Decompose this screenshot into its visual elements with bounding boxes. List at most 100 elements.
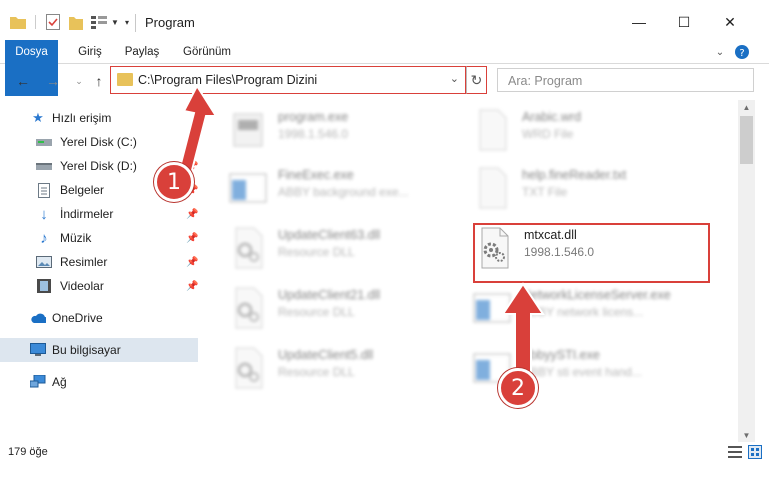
sidebar-item-network[interactable]: Ağ <box>0 370 198 394</box>
sidebar-item-this-pc[interactable]: Bu bilgisayar <box>0 338 198 362</box>
pin-icon[interactable]: 📌 <box>186 281 198 292</box>
highlight-box <box>473 223 710 283</box>
ribbon-expand-icon[interactable]: ⌄ <box>712 44 728 60</box>
sidebar-item-music[interactable]: ♪ Müzik 📌 <box>0 226 198 250</box>
file-description: Resource DLL <box>278 305 355 319</box>
sidebar-item-downloads[interactable]: ↓ İndirmeler 📌 <box>0 202 198 226</box>
video-icon <box>36 279 52 293</box>
sidebar-item-label: Müzik <box>60 231 92 245</box>
sidebar-item-label: Hızlı erişim <box>52 111 112 125</box>
file-description: ABBY background exe... <box>278 185 409 199</box>
refresh-button[interactable]: ↻ <box>466 66 487 94</box>
file-description: 1998.1.546.0 <box>278 127 349 141</box>
file-item[interactable]: UpdateClient63.dll Resource DLL <box>228 222 478 278</box>
sidebar-item-label: Yerel Disk (C:) <box>60 135 137 149</box>
exe-icon <box>228 108 268 152</box>
svg-text:?: ? <box>739 48 744 59</box>
sidebar-item-label: Resimler <box>60 255 108 269</box>
cloud-icon <box>30 311 46 325</box>
sidebar-item-label: Yerel Disk (D:) <box>60 159 137 173</box>
music-icon: ♪ <box>40 229 48 247</box>
file-name: UpdateClient5.dll <box>278 348 374 362</box>
folder-icon <box>117 73 133 86</box>
star-icon: ★ <box>32 110 44 125</box>
chevron-down-icon[interactable]: ⌄ <box>450 72 459 85</box>
help-icon[interactable]: ? <box>734 44 750 60</box>
ribbon-tabs: Dosya Giriş Paylaş Görünüm ⌄ ? <box>0 40 769 96</box>
title-bar: ▼ ▾ Program — ☐ ✕ <box>0 0 769 40</box>
sidebar-item-label: İndirmeler <box>60 207 114 221</box>
quick-access-menu-icon[interactable]: ▾ <box>122 12 132 32</box>
pin-icon[interactable]: 📌 <box>186 233 198 244</box>
search-placeholder: Ara: Program <box>508 74 583 88</box>
minimize-button[interactable]: — <box>625 10 653 34</box>
properties-icon[interactable] <box>44 12 62 32</box>
drive-icon <box>36 135 52 149</box>
title-divider <box>135 14 136 32</box>
dll-gear-icon <box>228 286 268 330</box>
window-title: Program <box>145 15 195 30</box>
file-description: Resource DLL <box>278 365 355 379</box>
dropdown-icon[interactable]: ▼ <box>110 12 120 32</box>
recent-locations-icon[interactable]: ⌄ <box>70 72 88 90</box>
sidebar-item-label: Bu bilgisayar <box>52 343 121 357</box>
sidebar-item-label: Ağ <box>52 375 67 389</box>
close-button[interactable]: ✕ <box>716 10 744 34</box>
file-name: UpdateClient21.dll <box>278 288 381 302</box>
tab-view[interactable]: Görünüm <box>178 40 236 64</box>
folder-icon[interactable] <box>10 12 26 32</box>
tab-home[interactable]: Giriş <box>72 40 108 64</box>
refresh-icon: ↻ <box>470 71 483 88</box>
search-input[interactable]: Ara: Program <box>497 68 754 92</box>
file-item[interactable]: help.fineReader.txt TXT File <box>472 162 722 218</box>
file-name: FineExec.exe <box>278 168 354 182</box>
new-folder-icon[interactable] <box>68 12 84 32</box>
maximize-button[interactable]: ☐ <box>670 10 698 34</box>
pictures-icon <box>36 255 52 269</box>
annotation-badge-2: 2 <box>498 368 538 408</box>
tab-share[interactable]: Paylaş <box>120 40 164 64</box>
network-icon <box>30 375 46 389</box>
file-item[interactable]: FineExec.exe ABBY background exe... <box>228 162 478 218</box>
pin-icon[interactable]: 📌 <box>186 209 198 220</box>
status-bar: 179 öğe <box>0 442 769 464</box>
download-icon: ↓ <box>40 205 48 223</box>
separator <box>32 12 38 32</box>
large-icons-view-icon[interactable] <box>748 445 762 459</box>
vertical-scrollbar[interactable]: ▲ ▼ <box>738 100 755 442</box>
scrollbar-thumb[interactable] <box>740 116 753 164</box>
sidebar-item-videos[interactable]: Videolar 📌 <box>0 274 198 298</box>
sidebar-item-label: Belgeler <box>60 183 105 197</box>
document-icon <box>472 166 512 210</box>
customize-icon[interactable] <box>90 12 108 32</box>
item-count: 179 öğe <box>8 446 48 458</box>
scroll-up-icon[interactable]: ▲ <box>738 100 755 114</box>
file-description: WRD File <box>522 127 574 141</box>
application-icon <box>228 166 268 210</box>
details-view-icon[interactable] <box>728 445 742 459</box>
computer-icon <box>30 343 46 357</box>
dll-gear-icon <box>228 346 268 390</box>
scroll-down-icon[interactable]: ▼ <box>738 428 755 442</box>
file-name: help.fineReader.txt <box>522 168 627 182</box>
file-name: Arabic.wrd <box>522 110 582 124</box>
file-item[interactable]: program.exe 1998.1.546.0 <box>228 104 478 160</box>
sidebar-item-pictures[interactable]: Resimler 📌 <box>0 250 198 274</box>
up-arrow-icon[interactable]: ↑ <box>90 72 108 90</box>
file-item[interactable]: UpdateClient21.dll Resource DLL <box>228 282 478 338</box>
file-item[interactable]: Arabic.wrd WRD File <box>472 104 722 160</box>
file-name: UpdateClient63.dll <box>278 228 381 242</box>
file-item[interactable]: UpdateClient5.dll Resource DLL <box>228 342 478 398</box>
sidebar-item-onedrive[interactable]: OneDrive <box>0 306 198 330</box>
back-arrow-icon[interactable]: ← <box>14 72 32 90</box>
document-icon <box>472 108 512 152</box>
forward-arrow-icon[interactable]: → <box>44 72 62 90</box>
drive-icon <box>36 159 52 173</box>
file-description: TXT File <box>522 185 568 199</box>
annotation-badge-1: 1 <box>154 162 194 202</box>
pin-icon[interactable]: 📌 <box>186 257 198 268</box>
dll-gear-icon <box>228 226 268 270</box>
documents-icon <box>36 182 52 198</box>
file-name: program.exe <box>278 110 349 124</box>
sidebar-item-label: Videolar <box>60 279 104 293</box>
